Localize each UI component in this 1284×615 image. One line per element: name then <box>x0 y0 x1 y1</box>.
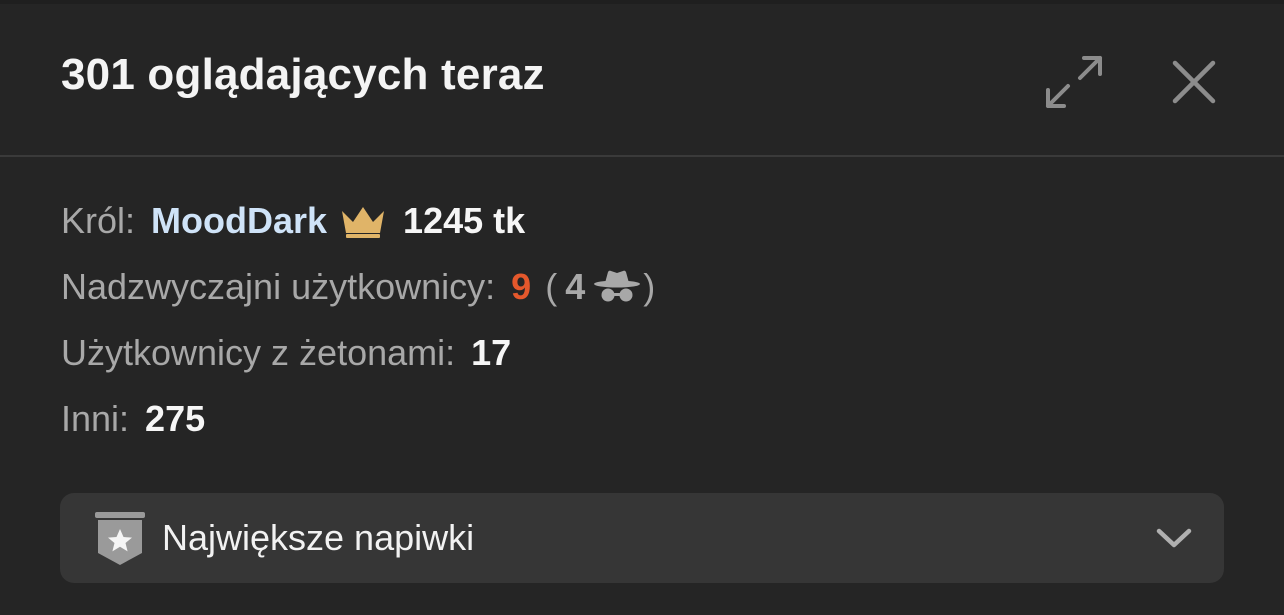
header: 301 oglądających teraz <box>0 0 1284 157</box>
close-button[interactable] <box>1160 48 1228 116</box>
others-label: Inni: <box>61 398 130 439</box>
others-row: Inni: 275 <box>61 393 655 445</box>
king-row: Król: MoodDark 1245 tk <box>61 195 655 247</box>
star-shield-icon <box>95 512 145 565</box>
special-users-label: Nadzwyczajni użytkownicy: <box>61 266 496 307</box>
chevron-down-icon <box>1156 528 1192 548</box>
special-users-count: 9 <box>511 266 532 307</box>
dropdown-label: Największe napiwki <box>162 517 475 558</box>
token-users-count: 17 <box>471 332 512 373</box>
open-paren: ( <box>545 266 558 307</box>
viewer-stats: Król: MoodDark 1245 tk Nadzwyczajni użyt… <box>61 195 655 459</box>
top-tips-dropdown[interactable]: Największe napiwki <box>60 493 1224 583</box>
special-users-row: Nadzwyczajni użytkownicy: 9 ( 4 ) <box>61 261 655 313</box>
king-tokens: 1245 tk <box>403 200 526 241</box>
king-label: Król: <box>61 200 136 241</box>
token-users-row: Użytkownicy z żetonami: 17 <box>61 327 655 379</box>
crown-icon <box>339 203 387 239</box>
expand-icon <box>1046 56 1102 108</box>
incognito-icon <box>593 269 641 305</box>
close-icon <box>1172 60 1216 104</box>
king-username[interactable]: MoodDark <box>151 200 327 242</box>
expand-button[interactable] <box>1040 48 1108 116</box>
close-paren: ) <box>643 266 656 307</box>
token-users-label: Użytkownicy z żetonami: <box>61 332 456 373</box>
page-title: 301 oglądających teraz <box>61 50 545 99</box>
anonymous-users-count: 4 <box>565 266 586 307</box>
others-count: 275 <box>145 398 206 439</box>
